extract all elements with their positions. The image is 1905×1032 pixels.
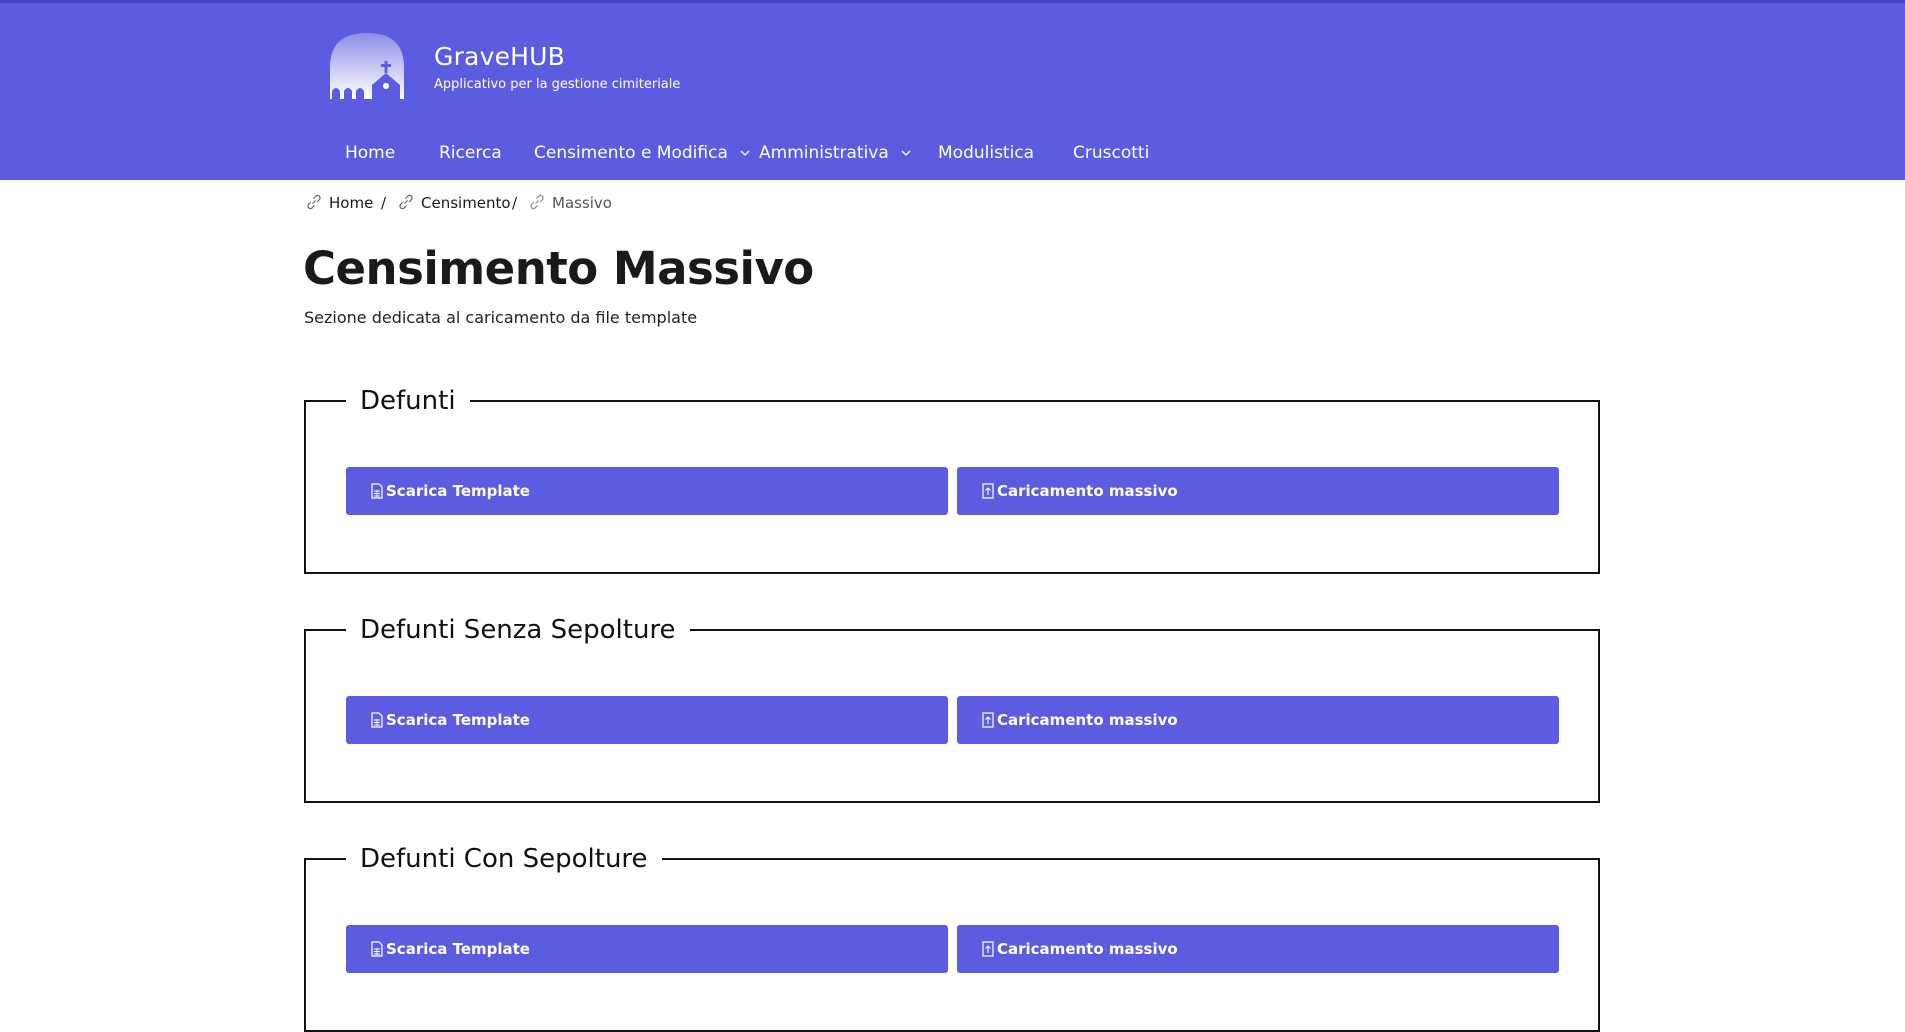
nav-label: Censimento e Modifica — [534, 143, 728, 163]
bulk-upload-button[interactable]: Caricamento massivo — [957, 467, 1559, 515]
cemetery-chapel-logo-icon[interactable] — [328, 31, 406, 99]
app-title: GraveHUB — [434, 42, 565, 71]
link-icon — [530, 194, 544, 210]
file-spreadsheet-icon — [371, 712, 383, 728]
section-defunti-senza-sepolture: Defunti Senza Sepolture Scarica Template… — [304, 615, 1600, 803]
nav-item-amministrativa[interactable]: Amministrativa — [759, 133, 911, 173]
file-upload-icon — [982, 941, 994, 957]
section-title: Defunti Senza Sepolture — [360, 615, 676, 645]
download-template-button[interactable]: Scarica Template — [346, 696, 948, 744]
nav-label: Home — [345, 143, 396, 163]
site-header: GraveHUB Applicativo per la gestione cim… — [0, 0, 1905, 180]
chevron-down-icon — [740, 150, 750, 156]
chevron-down-icon — [901, 150, 911, 156]
button-label: Caricamento massivo — [997, 711, 1178, 729]
button-label: Caricamento massivo — [997, 940, 1178, 958]
nav-label: Cruscotti — [1073, 143, 1150, 163]
link-icon — [307, 194, 321, 210]
section-title: Defunti Con Sepolture — [360, 844, 648, 874]
breadcrumb-label: Censimento — [421, 194, 511, 212]
nav-item-ricerca[interactable]: Ricerca — [439, 133, 502, 173]
section-defunti: Defunti Scarica Template Caricamento mas… — [304, 386, 1600, 574]
section-title: Defunti — [360, 386, 456, 416]
link-icon — [399, 194, 413, 210]
section-defunti-con-sepolture: Defunti Con Sepolture Scarica Template C… — [304, 844, 1600, 1032]
page-subtitle: Sezione dedicata al caricamento da file … — [304, 308, 698, 327]
breadcrumb-item-home[interactable]: Home — [305, 191, 373, 215]
nav-item-censimento-e-modifica[interactable]: Censimento e Modifica — [534, 133, 750, 173]
nav-item-cruscotti[interactable]: Cruscotti — [1073, 133, 1149, 173]
nav-label: Ricerca — [439, 143, 502, 163]
breadcrumb-label: Massivo — [552, 194, 612, 212]
file-upload-icon — [982, 483, 994, 499]
app-subtitle: Applicativo per la gestione cimiteriale — [434, 77, 681, 92]
button-label: Caricamento massivo — [997, 482, 1178, 500]
breadcrumb-item-censimento[interactable]: Censimento — [397, 191, 511, 215]
button-label: Scarica Template — [386, 940, 530, 958]
download-template-button[interactable]: Scarica Template — [346, 467, 948, 515]
breadcrumb-label: Home — [329, 194, 374, 212]
file-spreadsheet-icon — [371, 483, 383, 499]
download-template-button[interactable]: Scarica Template — [346, 925, 948, 973]
breadcrumb-separator: / — [512, 194, 518, 212]
file-upload-icon — [982, 712, 994, 728]
nav-label: Modulistica — [938, 143, 1035, 163]
nav-label: Amministrativa — [759, 143, 889, 163]
file-spreadsheet-icon — [371, 941, 383, 957]
bulk-upload-button[interactable]: Caricamento massivo — [957, 925, 1559, 973]
breadcrumb-separator: / — [381, 194, 387, 212]
page-title: Censimento Massivo — [303, 242, 814, 295]
nav-item-home[interactable]: Home — [345, 133, 395, 173]
button-label: Scarica Template — [386, 482, 530, 500]
bulk-upload-button[interactable]: Caricamento massivo — [957, 696, 1559, 744]
breadcrumb-item-massivo: Massivo — [528, 191, 612, 215]
button-label: Scarica Template — [386, 711, 530, 729]
nav-item-modulistica[interactable]: Modulistica — [938, 133, 1034, 173]
